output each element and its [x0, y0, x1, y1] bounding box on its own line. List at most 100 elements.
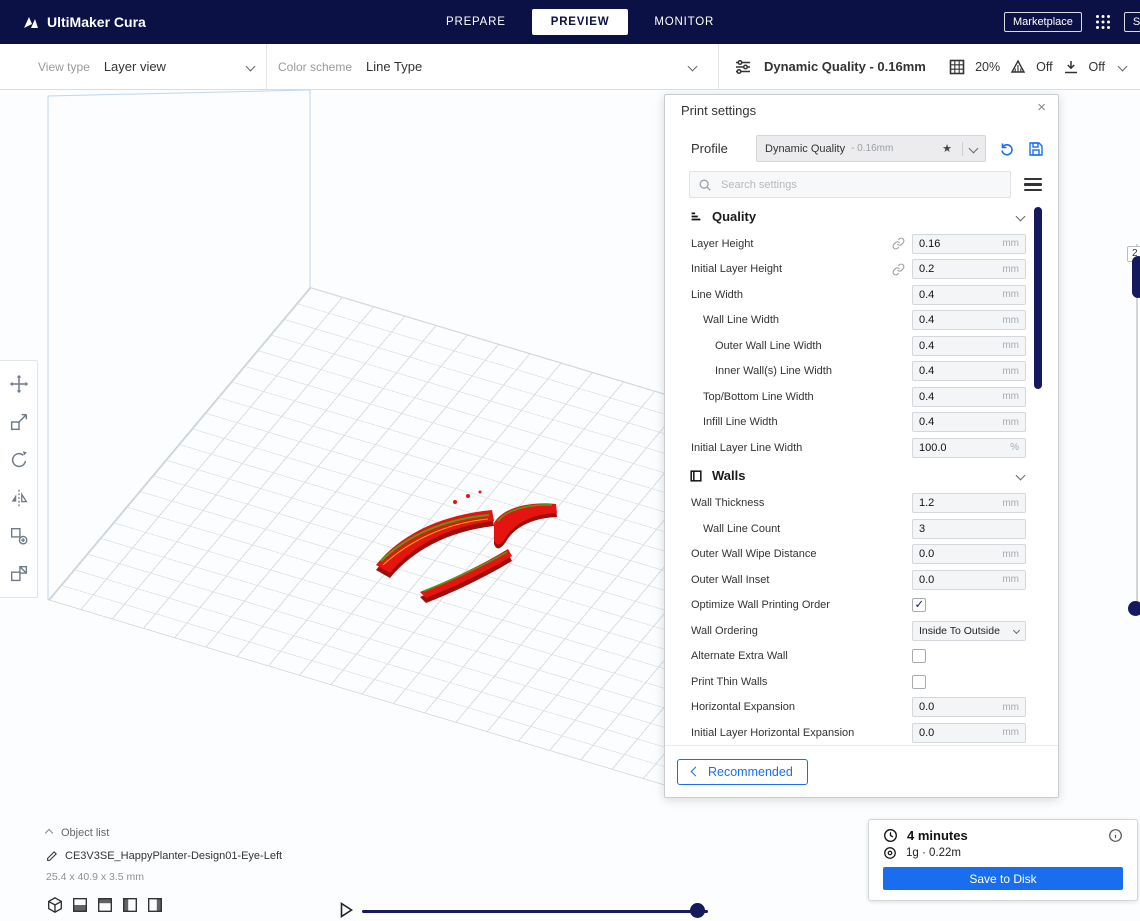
settings-visibility-menu-icon[interactable]	[1024, 177, 1042, 192]
link-icon[interactable]	[892, 263, 905, 276]
play-icon[interactable]	[337, 901, 355, 919]
toolbar-divider	[718, 44, 719, 89]
setting-row: Layer Height 0.16 mm	[665, 231, 1058, 257]
tab-monitor[interactable]: MONITOR	[654, 16, 714, 28]
setting-input[interactable]: 0.0 mm	[912, 544, 1026, 565]
search-settings-box[interactable]	[689, 171, 1011, 198]
summary-infill: 20%	[975, 59, 1001, 74]
layer-slider-track[interactable]	[1136, 244, 1138, 616]
view-left-icon[interactable]	[121, 896, 139, 914]
settings-scrollbar-thumb[interactable]	[1034, 207, 1042, 389]
color-scheme-dropdown[interactable]: Color scheme Line Type	[278, 44, 710, 89]
view-front-icon[interactable]	[71, 896, 89, 914]
setting-row: Infill Line Width 0.4 mm	[665, 410, 1058, 436]
setting-row: Wall Thickness 1.2 mm	[665, 491, 1058, 517]
sliders-icon	[734, 58, 752, 76]
simulation-slider-track[interactable]	[362, 910, 708, 913]
setting-input[interactable]: 0.4 mm	[912, 386, 1026, 407]
setting-row: Outer Wall Line Width 0.4 mm	[665, 333, 1058, 359]
chevron-down-icon	[1015, 211, 1026, 221]
material-estimate: 1g · 0.22m	[906, 847, 961, 859]
rotate-icon[interactable]	[8, 449, 30, 471]
move-icon[interactable]	[8, 373, 30, 395]
view-type-label: View type	[38, 59, 90, 74]
adhesion-icon	[1063, 59, 1079, 75]
setting-row: Line Width 0.4 mm	[665, 282, 1058, 308]
link-icon[interactable]	[892, 237, 905, 250]
profile-label: Profile	[691, 141, 728, 156]
setting-input[interactable]: 3	[912, 518, 1026, 539]
layer-slider-lower-handle[interactable]	[1128, 601, 1140, 616]
view-right-icon[interactable]	[146, 896, 164, 914]
layer-slider-upper-handle[interactable]	[1132, 256, 1140, 298]
panel-footer: Recommended	[665, 745, 1058, 797]
setting-row: Horizontal Expansion 0.0 mm	[665, 695, 1058, 721]
checkbox-checked[interactable]	[912, 597, 926, 613]
scale-icon[interactable]	[8, 411, 30, 433]
close-icon[interactable]: ×	[1037, 100, 1046, 115]
setting-input[interactable]: 1.2 mm	[912, 493, 1026, 514]
setting-input[interactable]: 0.0 mm	[912, 697, 1026, 718]
tab-preview[interactable]: PREVIEW	[531, 9, 629, 35]
setting-row: Wall Line Width 0.4 mm	[665, 308, 1058, 334]
simulation-slider-handle[interactable]	[690, 903, 705, 918]
material-spool-icon	[883, 846, 897, 860]
profile-dropdown[interactable]: Dynamic Quality - 0.16mm ★	[756, 135, 986, 162]
recommended-button[interactable]: Recommended	[677, 758, 808, 785]
info-icon[interactable]	[1108, 828, 1123, 843]
view-type-dropdown[interactable]: View type Layer view	[38, 44, 268, 89]
print-setup-selector[interactable]: Dynamic Quality - 0.16mm 20% Off Off	[734, 44, 1128, 89]
support-icon	[1010, 59, 1026, 75]
chevron-down-icon	[245, 61, 256, 72]
save-profile-icon[interactable]	[1028, 141, 1044, 157]
object-list-toggle[interactable]: Object list	[44, 827, 109, 839]
settings-list: Quality Layer Height 0.16 mm Initial Lay…	[665, 201, 1058, 747]
mirror-icon[interactable]	[8, 487, 30, 509]
setting-input[interactable]: 0.16 mm	[912, 233, 1026, 254]
search-icon	[698, 178, 712, 192]
setting-input[interactable]: 0.0 mm	[912, 569, 1026, 590]
undo-profile-icon[interactable]	[999, 141, 1015, 157]
setting-row: Optimize Wall Printing Order	[665, 593, 1058, 619]
apps-grid-icon[interactable]	[1095, 14, 1111, 30]
clock-icon	[883, 828, 898, 843]
star-icon[interactable]: ★	[942, 142, 952, 155]
stage-tabs: PREPARE PREVIEW MONITOR	[446, 0, 714, 44]
setting-row: Print Thin Walls	[665, 669, 1058, 695]
tab-prepare[interactable]: PREPARE	[446, 16, 506, 28]
view-top-icon[interactable]	[96, 896, 114, 914]
setting-input[interactable]: 0.4 mm	[912, 361, 1026, 382]
model-list-item[interactable]: CE3V3SE_HappyPlanter-Design01-Eye-Left	[46, 849, 282, 862]
chevron-up-icon	[44, 828, 54, 838]
build-volume-edges	[47, 90, 311, 600]
setting-input[interactable]: 0.2 mm	[912, 259, 1026, 280]
pencil-icon	[46, 849, 59, 862]
setting-input[interactable]: 0.0 mm	[912, 722, 1026, 743]
wall-ordering-select[interactable]: Inside To Outside	[912, 620, 1026, 641]
chevron-down-icon	[1117, 61, 1128, 72]
print-time: 4 minutes	[907, 828, 968, 843]
checkbox-unchecked[interactable]	[912, 649, 926, 664]
per-model-settings-icon[interactable]	[8, 525, 30, 547]
support-blocker-icon[interactable]	[8, 563, 30, 585]
setting-row: Wall Ordering Inside To Outside	[665, 618, 1058, 644]
setting-input[interactable]: 100.0 %	[912, 437, 1026, 458]
save-to-disk-button[interactable]: Save to Disk	[883, 867, 1123, 890]
checkbox-unchecked[interactable]	[912, 674, 926, 689]
app-logo: UltiMaker Cura	[22, 0, 146, 44]
sign-in-button[interactable]: Sign in	[1123, 12, 1140, 32]
setting-input[interactable]: 0.4 mm	[912, 412, 1026, 433]
profile-suffix: - 0.16mm	[851, 143, 894, 154]
setting-input[interactable]: 0.4 mm	[912, 284, 1026, 305]
marketplace-button[interactable]: Marketplace	[1004, 12, 1082, 32]
setting-input[interactable]: 0.4 mm	[912, 335, 1026, 356]
scene-tools-panel	[0, 360, 38, 598]
section-walls[interactable]: Walls	[665, 461, 1058, 491]
profile-row: Profile Dynamic Quality - 0.16mm ★	[691, 135, 1048, 162]
view-type-value: Layer view	[103, 59, 166, 74]
view-3d-icon[interactable]	[46, 896, 64, 914]
setting-input[interactable]: 0.4 mm	[912, 310, 1026, 331]
section-quality[interactable]: Quality	[665, 201, 1058, 231]
model-preview	[376, 490, 557, 603]
search-input[interactable]	[719, 177, 1002, 192]
